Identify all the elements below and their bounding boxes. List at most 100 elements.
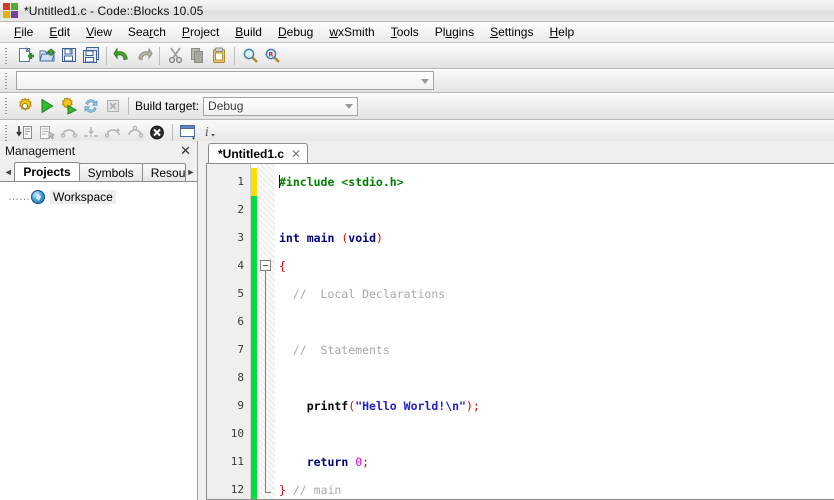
code-line[interactable]: } // main <box>279 476 834 499</box>
save-all-icon[interactable] <box>80 45 102 67</box>
code-line[interactable] <box>279 308 834 336</box>
save-icon[interactable] <box>58 45 80 67</box>
code-token: } <box>279 483 286 497</box>
cut-icon[interactable] <box>164 45 186 67</box>
tab-symbols[interactable]: Symbols <box>78 163 143 181</box>
code-token: { <box>279 259 286 273</box>
line-number: 9 <box>237 399 244 412</box>
menu-item-project[interactable]: Project <box>174 23 227 41</box>
run-icon[interactable] <box>36 95 58 117</box>
logo-square <box>3 11 10 18</box>
toolbar-grip[interactable] <box>3 97 11 115</box>
tab-scroll-right[interactable]: ► <box>185 163 197 181</box>
code-token: ; <box>362 455 370 469</box>
scope-combo[interactable] <box>16 71 434 90</box>
fold-cell <box>257 308 275 336</box>
close-icon[interactable]: ✕ <box>178 144 193 157</box>
fold-cell <box>257 364 275 392</box>
menu-item-build[interactable]: Build <box>227 23 270 41</box>
build-and-run-icon[interactable] <box>58 95 80 117</box>
code-line[interactable]: #include <stdio.h> <box>279 168 834 196</box>
redo-icon[interactable] <box>133 45 155 67</box>
code-completion-toolbar[interactable] <box>0 69 834 93</box>
tab-projects[interactable]: Projects <box>14 162 80 181</box>
close-icon[interactable]: ✕ <box>291 147 301 161</box>
editor-area: *Untitled1.c✕ 1234567891011121314151617 … <box>198 141 834 500</box>
code-content[interactable]: #include <stdio.h> int main (void) { // Lo… <box>275 164 834 499</box>
find-icon[interactable] <box>239 45 261 67</box>
menu-item-help[interactable]: Help <box>541 23 582 41</box>
new-file-icon[interactable] <box>14 45 36 67</box>
menu-item-tools[interactable]: Tools <box>383 23 427 41</box>
code-token: #include <stdio.h> <box>279 175 404 189</box>
code-line[interactable]: { <box>279 252 834 280</box>
workspace-globe-icon <box>31 190 45 204</box>
code-line[interactable]: int main (void) <box>279 224 834 252</box>
menu-item-wxsmith[interactable]: wxSmith <box>321 23 382 41</box>
line-number: 6 <box>237 315 244 328</box>
toolbar-grip[interactable] <box>3 47 11 65</box>
menu-item-search[interactable]: Search <box>120 23 174 41</box>
line-number: 11 <box>230 455 244 468</box>
fold-toggle-icon[interactable] <box>260 260 271 271</box>
menu-bar[interactable]: File Edit View Search Project Build Debug wxSmi… <box>0 22 834 43</box>
replace-icon[interactable]: R <box>261 45 283 67</box>
paste-icon[interactable] <box>208 45 230 67</box>
editor-tab-untitled1-c[interactable]: *Untitled1.c ✕ <box>208 143 309 163</box>
line-number-gutter: 1234567891011121314151617 <box>207 164 251 499</box>
logo-square <box>11 11 18 18</box>
rebuild-icon[interactable] <box>80 95 102 117</box>
projects-tree[interactable]: …… Workspace <box>0 181 197 500</box>
main-toolbar[interactable]: R <box>0 43 834 69</box>
main-area: Management ✕ ◄ Projects Symbols Resou ► …… Wo… <box>0 141 834 500</box>
code-token: // Statements <box>279 343 390 357</box>
toolbar-separator <box>172 123 173 142</box>
menu-item-view[interactable]: View <box>78 23 120 41</box>
svg-text:i: i <box>205 125 209 139</box>
menu-item-plugins[interactable]: Plugins <box>427 23 482 41</box>
fold-cell <box>257 448 275 476</box>
undo-icon[interactable] <box>111 45 133 67</box>
code-line[interactable]: printf("Hello World!\n"); <box>279 392 834 420</box>
copy-icon[interactable] <box>186 45 208 67</box>
editor-tabbar[interactable]: *Untitled1.c ✕ <box>198 141 834 163</box>
line-number: 4 <box>237 259 244 272</box>
source-editor[interactable]: 1234567891011121314151617 #include <stdi… <box>206 163 834 500</box>
code-token: return <box>306 455 349 469</box>
open-file-icon[interactable] <box>36 45 58 67</box>
window-title: *Untitled1.c - Code::Blocks 10.05 <box>24 3 204 18</box>
code-token: // Local Declarations <box>279 287 446 301</box>
code-line[interactable] <box>279 196 834 224</box>
tab-resou[interactable]: Resou <box>141 163 186 181</box>
line-number: 8 <box>237 371 244 384</box>
build-target-combo[interactable]: Debug <box>203 96 359 116</box>
menu-item-edit[interactable]: Edit <box>41 23 78 41</box>
code-line[interactable] <box>279 364 834 392</box>
toolbar-separator <box>234 46 235 65</box>
menu-item-settings[interactable]: Settings <box>482 23 541 41</box>
line-number: 12 <box>230 483 244 496</box>
tab-scroll-left[interactable]: ◄ <box>2 163 14 181</box>
fold-cell <box>257 252 275 280</box>
build-icon[interactable] <box>14 95 36 117</box>
toolbar-grip[interactable] <box>3 72 11 90</box>
code-line[interactable]: // Statements <box>279 336 834 364</box>
code-token: ) <box>465 399 473 413</box>
build-toolbar[interactable]: Build target: Debug <box>0 93 834 120</box>
code-line[interactable] <box>279 420 834 448</box>
fold-cell <box>257 392 275 420</box>
line-number: 5 <box>237 287 244 300</box>
tree-item-workspace[interactable]: …… Workspace <box>8 188 197 206</box>
abort-build-icon[interactable] <box>102 95 124 117</box>
management-title: Management <box>5 143 76 158</box>
code-folding-column[interactable] <box>257 164 275 499</box>
toolbar-grip[interactable] <box>3 124 11 142</box>
code-line[interactable]: // Local Declarations <box>279 280 834 308</box>
management-tabbar[interactable]: ◄ Projects Symbols Resou ► <box>0 160 197 181</box>
code-line[interactable]: return 0; <box>279 448 834 476</box>
fold-cell <box>257 196 275 224</box>
menu-item-debug[interactable]: Debug <box>270 23 321 41</box>
tree-item-label: Workspace <box>50 190 116 204</box>
menu-item-file[interactable]: File <box>6 23 41 41</box>
tree-connector: …… <box>8 191 30 203</box>
